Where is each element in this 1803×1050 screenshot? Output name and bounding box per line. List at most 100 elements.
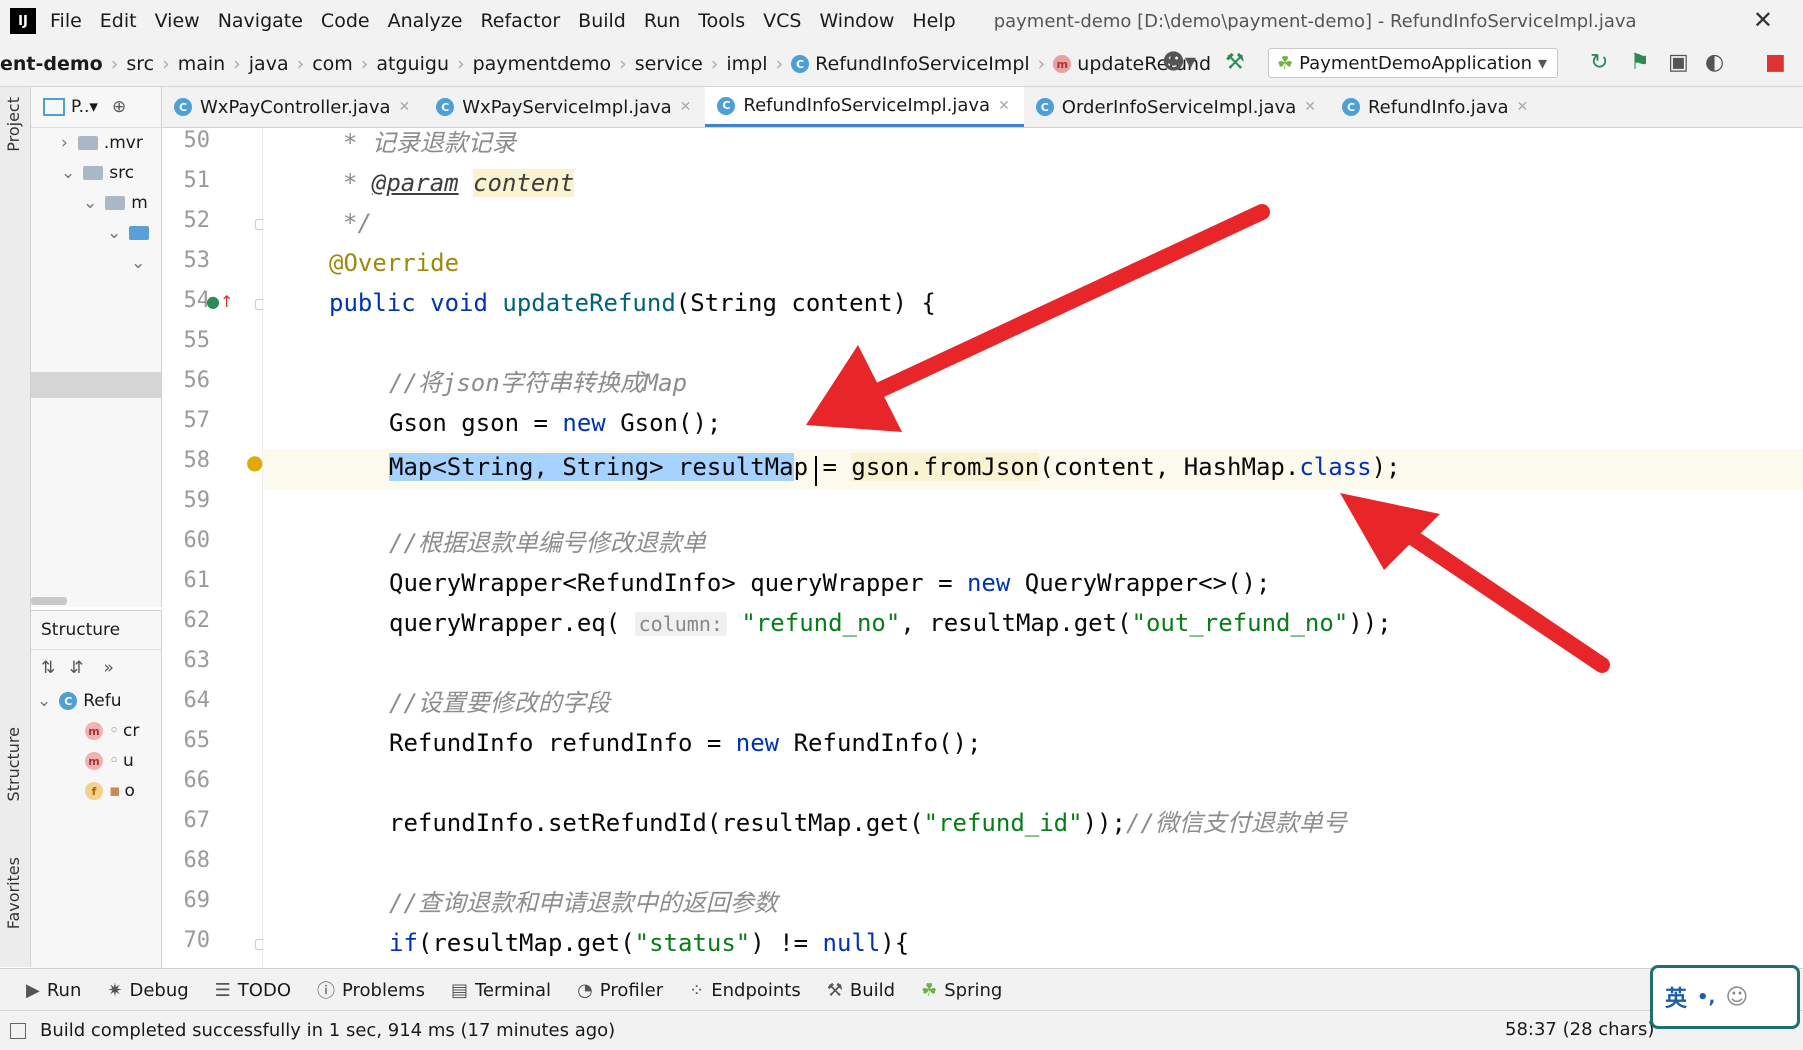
- line-number[interactable]: 61: [170, 568, 211, 593]
- menu-tools[interactable]: Tools: [698, 10, 745, 32]
- line-number[interactable]: 69: [170, 888, 211, 913]
- line-number[interactable]: 59: [170, 488, 211, 513]
- menu-run[interactable]: Run: [644, 10, 680, 32]
- favorites-tool-button[interactable]: Favorites: [4, 857, 23, 929]
- structure-item[interactable]: f ▪ o: [31, 776, 161, 806]
- breadcrumb-src[interactable]: src: [126, 53, 154, 75]
- locate-icon[interactable]: ⊕: [112, 97, 126, 117]
- line-number[interactable]: 51: [170, 168, 211, 193]
- breadcrumb-paymentdemo[interactable]: paymentdemo: [473, 53, 612, 75]
- tab-orderinfoserviceimpl[interactable]: C OrderInfoServiceImpl.java ✕: [1024, 87, 1330, 127]
- project-tool-button[interactable]: Project: [4, 97, 23, 152]
- sort-visibility-icon[interactable]: ⇵: [69, 658, 83, 678]
- line-number[interactable]: 55: [170, 328, 211, 353]
- implements-method-icon[interactable]: ●↑: [206, 292, 233, 311]
- structure-root[interactable]: ⌄ C Refu: [31, 686, 161, 716]
- menu-edit[interactable]: Edit: [100, 10, 137, 32]
- spring-tool-button[interactable]: ☘ Spring: [921, 980, 1002, 1001]
- sort-alpha-icon[interactable]: ⇅: [41, 658, 55, 678]
- menu-navigate[interactable]: Navigate: [218, 10, 303, 32]
- tree-row-mvn[interactable]: › .mvr: [31, 128, 161, 158]
- line-number[interactable]: 57: [170, 408, 211, 433]
- breadcrumb-atguigu[interactable]: atguigu: [376, 53, 449, 75]
- terminal-tool-button[interactable]: ▤ Terminal: [451, 980, 551, 1001]
- tree-row-src[interactable]: ⌄ src: [31, 158, 161, 188]
- code-line-69: //查询退款和申请退款中的返回参数: [389, 889, 778, 917]
- breadcrumb-class[interactable]: C RefundInfoServiceImpl: [791, 53, 1030, 75]
- run-tool-button[interactable]: ▶ Run: [26, 980, 81, 1001]
- line-number[interactable]: 68: [170, 848, 211, 873]
- breadcrumb-java[interactable]: java: [249, 53, 289, 75]
- tree-row-java[interactable]: ⌄: [31, 218, 161, 248]
- stop-icon[interactable]: ■: [1765, 50, 1786, 75]
- menu-analyze[interactable]: Analyze: [388, 10, 463, 32]
- menu-file[interactable]: File: [50, 10, 82, 32]
- close-tab-icon[interactable]: ✕: [1517, 99, 1529, 115]
- rerun-icon[interactable]: ↻: [1590, 50, 1608, 75]
- menu-help[interactable]: Help: [912, 10, 955, 32]
- line-number[interactable]: 50: [170, 128, 211, 153]
- close-tab-icon[interactable]: ✕: [1304, 99, 1316, 115]
- tab-refundinfoserviceimpl[interactable]: C RefundInfoServiceImpl.java ✕: [705, 87, 1024, 127]
- close-tab-icon[interactable]: ✕: [399, 99, 411, 115]
- profile-icon[interactable]: ◐: [1705, 50, 1724, 75]
- class-icon: C: [791, 55, 810, 73]
- structure-item[interactable]: m ◦ u: [31, 746, 161, 776]
- tab-refundinfo[interactable]: C RefundInfo.java ✕: [1330, 87, 1542, 127]
- menu-view[interactable]: View: [155, 10, 200, 32]
- build-hammer-icon[interactable]: ⚒: [1225, 50, 1245, 75]
- line-number[interactable]: 70: [170, 928, 211, 953]
- build-tool-button[interactable]: ⚒ Build: [827, 980, 895, 1001]
- breadcrumb-main[interactable]: main: [178, 53, 225, 75]
- horizontal-scrollbar[interactable]: [31, 597, 67, 605]
- menu-vcs[interactable]: VCS: [763, 10, 801, 32]
- breadcrumb-project[interactable]: ent-demo: [0, 53, 103, 75]
- coverage-icon[interactable]: ▣: [1668, 50, 1689, 75]
- line-number[interactable]: 54: [170, 288, 211, 313]
- line-number[interactable]: 65: [170, 728, 211, 753]
- debug-tool-button[interactable]: ✷ Debug: [107, 980, 188, 1001]
- code-editor[interactable]: * 记录退款记录 * @param content */ @Override p…: [263, 128, 1803, 968]
- line-number[interactable]: 64: [170, 688, 211, 713]
- debug-icon[interactable]: ⚑: [1630, 50, 1650, 75]
- caret-position[interactable]: 58:37 (28 chars): [1505, 1019, 1654, 1040]
- line-number[interactable]: 53: [170, 248, 211, 273]
- breadcrumb-impl[interactable]: impl: [726, 53, 767, 75]
- menu-build[interactable]: Build: [578, 10, 626, 32]
- close-tab-icon[interactable]: ✕: [998, 98, 1010, 114]
- close-window-icon[interactable]: ✕: [1753, 6, 1773, 34]
- line-number[interactable]: 60: [170, 528, 211, 553]
- structure-item[interactable]: m ◦ cr: [31, 716, 161, 746]
- breadcrumb-service[interactable]: service: [635, 53, 703, 75]
- todo-tool-button[interactable]: ☰ TODO: [215, 980, 291, 1001]
- project-view-select[interactable]: P..▾: [71, 97, 98, 117]
- menu-code[interactable]: Code: [321, 10, 370, 32]
- intention-bulb-icon[interactable]: ●: [246, 450, 263, 474]
- tree-row-main[interactable]: ⌄ m: [31, 188, 161, 218]
- tree-row-com[interactable]: ⌄: [31, 248, 161, 278]
- code-text: Gson gson =: [389, 409, 563, 437]
- tab-wxpayserviceimpl[interactable]: C WxPayServiceImpl.java ✕: [424, 87, 705, 127]
- line-number[interactable]: 56: [170, 368, 211, 393]
- line-number[interactable]: 67: [170, 808, 211, 833]
- run-configuration-select[interactable]: ☘ PaymentDemoApplication ▾: [1268, 48, 1558, 78]
- status-message[interactable]: Build completed successfully in 1 sec, 9…: [40, 1020, 615, 1041]
- tab-wxpaycontroller[interactable]: C WxPayController.java ✕: [162, 87, 424, 127]
- problems-tool-button[interactable]: ⓘ Problems: [317, 977, 425, 1003]
- line-number[interactable]: 62: [170, 608, 211, 633]
- breadcrumb-com[interactable]: com: [312, 53, 353, 75]
- endpoints-tool-button[interactable]: ⁘ Endpoints: [689, 980, 801, 1001]
- menu-window[interactable]: Window: [819, 10, 894, 32]
- menu-refactor[interactable]: Refactor: [480, 10, 560, 32]
- structure-tool-button[interactable]: Structure: [4, 727, 23, 801]
- line-number[interactable]: 52: [170, 208, 211, 233]
- close-tab-icon[interactable]: ✕: [680, 99, 692, 115]
- ime-indicator[interactable]: 英 •, ☺: [1650, 965, 1800, 1029]
- line-number[interactable]: 63: [170, 648, 211, 673]
- line-number[interactable]: 58: [170, 448, 211, 473]
- user-icon[interactable]: ☻▾: [1162, 50, 1196, 75]
- more-icon[interactable]: »: [104, 658, 114, 678]
- profiler-tool-button[interactable]: ◔ Profiler: [577, 980, 663, 1001]
- line-number[interactable]: 66: [170, 768, 211, 793]
- status-toggle-icon[interactable]: [10, 1022, 26, 1039]
